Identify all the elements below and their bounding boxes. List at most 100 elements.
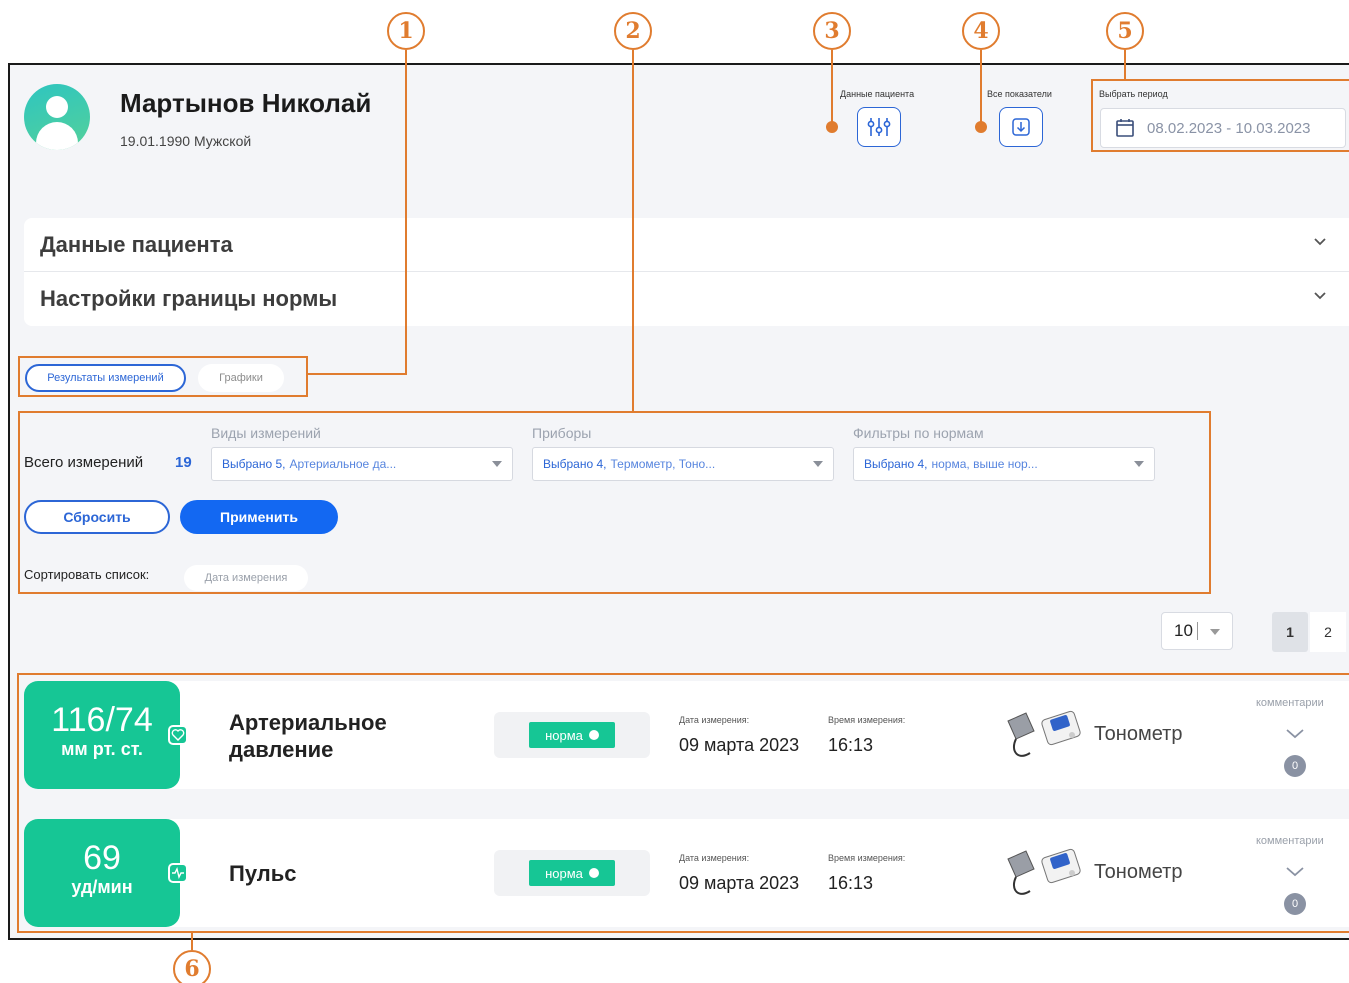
comments-label: комментарии [1256, 697, 1324, 709]
callout-3-line [831, 50, 833, 126]
measurement-card[interactable]: 69 уд/мин Пульс норма Дата измерения: 09… [24, 819, 1349, 927]
measurement-date: 09 марта 2023 [679, 873, 800, 893]
date-caption: Дата измерения: [679, 853, 750, 863]
callout-2-line [632, 50, 634, 412]
period-value: 08.02.2023 - 10.03.2023 [1147, 119, 1311, 137]
pulse-icon [168, 863, 188, 883]
status-badge: норма [529, 860, 615, 886]
callout-5-line [1124, 50, 1126, 79]
total-count: 19 [175, 454, 192, 471]
avatar [24, 84, 90, 150]
callout-1-hline [306, 373, 407, 375]
sliders-icon [867, 118, 891, 136]
callout-6-line [191, 932, 193, 950]
measurement-type: Пульс [229, 860, 297, 887]
download-icon [1012, 118, 1030, 136]
devices-filter-label: Приборы [532, 425, 592, 441]
measurement-value-box: 69 уд/мин [24, 819, 180, 927]
norms-filter-count: Выбрано 4, [864, 457, 928, 471]
time-caption: Время измерения: [828, 715, 906, 725]
callout-5: 5 [1106, 12, 1144, 50]
status-badge: норма [529, 722, 615, 748]
caret-down-icon [1134, 461, 1144, 467]
callout-1-line [405, 50, 407, 375]
callout-1: 1 [387, 12, 425, 50]
status-wrap: норма [494, 850, 650, 896]
types-filter-value: Артериальное да... [289, 457, 397, 471]
types-filter-count: Выбрано 5, [222, 457, 286, 471]
chevron-down-icon [1314, 238, 1326, 246]
all-indicators-button[interactable] [999, 107, 1043, 147]
accordion-title: Настройки границы нормы [40, 286, 338, 311]
comments-count: 0 [1284, 893, 1306, 915]
accordion-patient-data[interactable]: Данные пациента [24, 218, 1349, 272]
all-indicators-label: Все показатели [987, 89, 1052, 99]
comments-count: 0 [1284, 755, 1306, 777]
patient-data-button[interactable] [857, 107, 901, 147]
chevron-down-icon[interactable] [1284, 865, 1306, 879]
callout-4: 4 [962, 12, 1000, 50]
devices-filter-count: Выбрано 4, [543, 457, 607, 471]
types-filter-label: Виды измерений [211, 425, 321, 441]
apply-button[interactable]: Применить [180, 500, 338, 534]
measurement-time: 16:13 [828, 735, 874, 755]
measurement-date: 09 марта 2023 [679, 735, 800, 755]
chevron-down-icon[interactable] [1284, 727, 1306, 741]
patient-data-label: Данные пациента [840, 89, 915, 99]
devices-filter-value: Термометр, Тоно... [610, 457, 716, 471]
page-button-1[interactable]: 1 [1272, 612, 1308, 652]
accordion-norm-settings[interactable]: Настройки границы нормы [24, 272, 1349, 326]
callout-3-dot [826, 121, 838, 133]
status-text: норма [545, 865, 583, 881]
period-picker[interactable]: 08.02.2023 - 10.03.2023 [1100, 108, 1346, 148]
callout-2: 2 [614, 12, 652, 50]
norms-filter-select[interactable]: Выбрано 4, норма, выше нор... [853, 447, 1155, 481]
measurement-type: Артериальное давление [229, 709, 387, 763]
callout-3: 3 [813, 12, 851, 50]
measurement-type-line1: Артериальное [229, 710, 387, 735]
types-filter-select[interactable]: Выбрано 5, Артериальное да... [211, 447, 513, 481]
devices-filter-select[interactable]: Выбрано 4, Термометр, Тоно... [532, 447, 834, 481]
status-text: норма [545, 727, 583, 743]
date-caption: Дата измерения: [679, 715, 750, 725]
sort-label: Сортировать список: [24, 567, 150, 582]
measurement-type-line1: Пульс [229, 861, 297, 886]
measurement-type-line2: давление [229, 737, 334, 762]
status-wrap: норма [494, 712, 650, 758]
measurement-value: 116/74 [51, 701, 153, 739]
measurement-value: 69 [83, 839, 121, 877]
measurement-card[interactable]: 116/74 мм рт. ст. Артериальное давление … [24, 681, 1349, 789]
comments-label: комментарии [1256, 835, 1324, 847]
device-name: Тонометр [1094, 861, 1183, 883]
calendar-icon [1116, 119, 1134, 137]
norms-filter-label: Фильтры по нормам [853, 425, 984, 441]
measurement-unit: уд/мин [71, 877, 133, 897]
measurement-value-box: 116/74 мм рт. ст. [24, 681, 180, 789]
callout-6: 6 [173, 950, 211, 983]
caret-down-icon [492, 461, 502, 467]
reset-button[interactable]: Сбросить [24, 500, 170, 534]
tonometer-icon [1007, 848, 1081, 895]
sort-by-date-chip[interactable]: Дата измерения [184, 565, 308, 591]
tab-charts[interactable]: Графики [198, 364, 284, 392]
per-page-value: 10 [1174, 621, 1193, 640]
time-caption: Время измерения: [828, 853, 906, 863]
tab-results[interactable]: Результаты измерений [25, 364, 186, 392]
device-name: Тонометр [1094, 723, 1183, 745]
measurement-unit: мм рт. ст. [61, 739, 143, 759]
patient-info: 19.01.1990 Мужской [120, 133, 252, 149]
per-page-select[interactable]: 10 [1161, 612, 1233, 650]
period-label: Выбрать период [1099, 89, 1168, 99]
page-button-2[interactable]: 2 [1310, 612, 1346, 652]
norms-filter-value: норма, выше нор... [931, 457, 1038, 471]
accordion-title: Данные пациента [40, 231, 233, 257]
caret-down-icon [1210, 629, 1220, 635]
caret-down-icon [813, 461, 823, 467]
total-label: Всего измерений [24, 454, 144, 471]
callout-4-line [980, 50, 982, 126]
measurement-time: 16:13 [828, 873, 874, 893]
callout-4-dot [975, 121, 987, 133]
chevron-down-icon [1314, 292, 1326, 300]
patient-name: Мартынов Николай [120, 88, 372, 118]
tonometer-icon [1007, 710, 1081, 757]
